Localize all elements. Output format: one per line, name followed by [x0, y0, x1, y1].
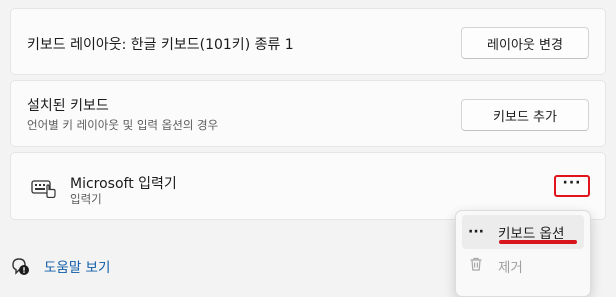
menu-item-remove[interactable]: 제거 [462, 249, 584, 283]
help-label: 도움말 보기 [44, 260, 111, 276]
more-icon: ··· [562, 175, 582, 191]
keyboard-icon [31, 180, 56, 198]
change-layout-button[interactable]: 레이아웃 변경 [461, 27, 589, 59]
trash-icon [462, 256, 490, 276]
installed-keyboards-card: 설치된 키보드 언어별 키 레이아웃 및 입력 옵션의 경우 키보드 추가 [10, 80, 606, 147]
more-options-button[interactable]: ··· [554, 175, 590, 197]
context-menu: ··· 키보드 옵션 제거 [455, 210, 591, 297]
help-link[interactable]: 도움말 보기 [10, 256, 110, 276]
keyboard-layout-card: 키보드 레이아웃: 한글 키보드(101키) 종류 1 레이아웃 변경 [10, 8, 606, 75]
ime-title: Microsoft 입력기 [70, 176, 177, 192]
highlight-underline [499, 240, 577, 244]
installed-keyboards-title: 설치된 키보드 [27, 98, 109, 114]
help-icon [12, 258, 29, 275]
add-keyboard-button[interactable]: 키보드 추가 [461, 99, 589, 131]
menu-item-label: 키보드 옵션 [498, 226, 565, 242]
more-icon: ··· [468, 224, 484, 240]
keyboard-layout-title: 키보드 레이아웃: 한글 키보드(101키) 종류 1 [27, 37, 294, 53]
installed-keyboards-subtitle: 언어별 키 레이아웃 및 입력 옵션의 경우 [27, 118, 219, 132]
ime-subtitle: 입력기 [70, 192, 102, 206]
menu-item-label: 제거 [498, 260, 523, 276]
